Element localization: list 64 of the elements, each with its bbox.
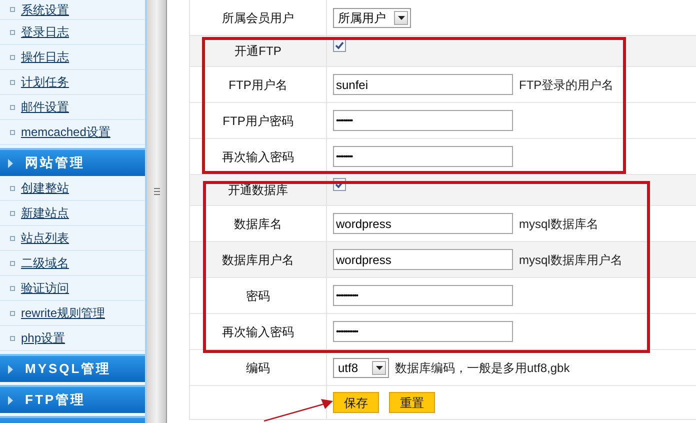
sidebar-link[interactable]: memcached设置 xyxy=(21,126,110,138)
bullet-icon xyxy=(10,286,15,290)
bullet-icon xyxy=(10,186,15,190)
triangle-icon xyxy=(8,158,13,168)
field-label: 密码 xyxy=(246,288,270,304)
save-button[interactable]: 保存 xyxy=(333,392,379,413)
sidebar-link[interactable]: 创建整站 xyxy=(21,182,69,194)
field-label: FTP用户密码 xyxy=(222,112,294,130)
field-label: 开通数据库 xyxy=(228,182,288,199)
sidebar-link[interactable]: 计划任务 xyxy=(21,76,69,88)
sidebar-link[interactable]: 新建站点 xyxy=(21,207,69,219)
text-field[interactable]: wordpress xyxy=(333,213,513,234)
annotation-arrow xyxy=(262,396,334,423)
bullet-icon xyxy=(10,30,15,34)
sidebar-link[interactable]: 操作日志 xyxy=(21,51,69,63)
select-field[interactable]: 所属用户 xyxy=(333,8,411,28)
field-label: FTP用户名 xyxy=(228,76,288,94)
field-label: 数据库用户名 xyxy=(222,252,294,268)
sidebar-link[interactable]: 二级域名 xyxy=(21,257,69,269)
section-title: MYSQL管理 xyxy=(25,360,112,378)
field-label: 编码 xyxy=(246,360,270,376)
sidebar-section-header[interactable]: FTP管理 xyxy=(0,385,145,413)
sidebar-link[interactable]: 系统设置 xyxy=(21,4,69,16)
bullet-icon xyxy=(10,80,15,84)
text-field[interactable]: wordpress xyxy=(333,249,513,270)
field-label: 数据库名 xyxy=(234,216,282,232)
bullet-icon xyxy=(10,130,15,134)
sidebar-link[interactable]: php设置 xyxy=(21,332,66,344)
text-field[interactable]: sunfei xyxy=(333,74,513,95)
sidebar-link[interactable]: rewrite规则管理 xyxy=(21,307,106,319)
sidebar-section-header[interactable]: MYSQL管理 xyxy=(0,354,145,382)
select-field[interactable]: utf8 xyxy=(333,358,389,378)
bullet-icon xyxy=(10,310,15,316)
bullet-icon xyxy=(10,104,15,110)
bullet-icon xyxy=(10,260,15,266)
password-field[interactable]: ••••••••• xyxy=(333,146,513,167)
field-hint: mysql数据库用户名 xyxy=(519,252,622,268)
triangle-icon xyxy=(8,364,13,374)
bullet-icon xyxy=(10,54,15,60)
grip-icon xyxy=(154,188,160,195)
checkbox[interactable] xyxy=(333,39,346,52)
field-label: 再次输入密码 xyxy=(222,324,294,340)
section-title: FTP管理 xyxy=(25,391,86,410)
field-hint: FTP登录的用户名 xyxy=(519,76,614,94)
sidebar-link[interactable]: 验证访问 xyxy=(21,282,69,294)
bullet-icon xyxy=(10,336,15,340)
password-field[interactable]: •••••••••••• xyxy=(333,321,513,342)
bullet-icon xyxy=(10,236,15,240)
password-field[interactable]: ••••••••• xyxy=(333,110,513,131)
password-field[interactable]: •••••••••••• xyxy=(333,285,513,306)
field-label: 开通FTP xyxy=(234,43,282,60)
field-label: 再次输入密码 xyxy=(222,148,294,166)
bullet-icon xyxy=(10,210,15,216)
sidebar-link[interactable]: 站点列表 xyxy=(21,232,69,244)
sidebar-link[interactable]: 邮件设置 xyxy=(21,101,69,113)
bullet-icon xyxy=(10,7,15,12)
field-hint: 数据库编码，一般是多用utf8,gbk xyxy=(395,360,570,376)
section-title: 网站管理 xyxy=(25,154,85,172)
field-hint: mysql数据库名 xyxy=(519,216,598,232)
triangle-icon xyxy=(8,396,13,404)
sidebar-section-header[interactable]: 网站管理 xyxy=(0,148,145,176)
field-label: 所属会员用户 xyxy=(222,10,294,26)
reset-button[interactable]: 重置 xyxy=(389,392,435,413)
sidebar-link[interactable]: 登录日志 xyxy=(21,26,69,38)
